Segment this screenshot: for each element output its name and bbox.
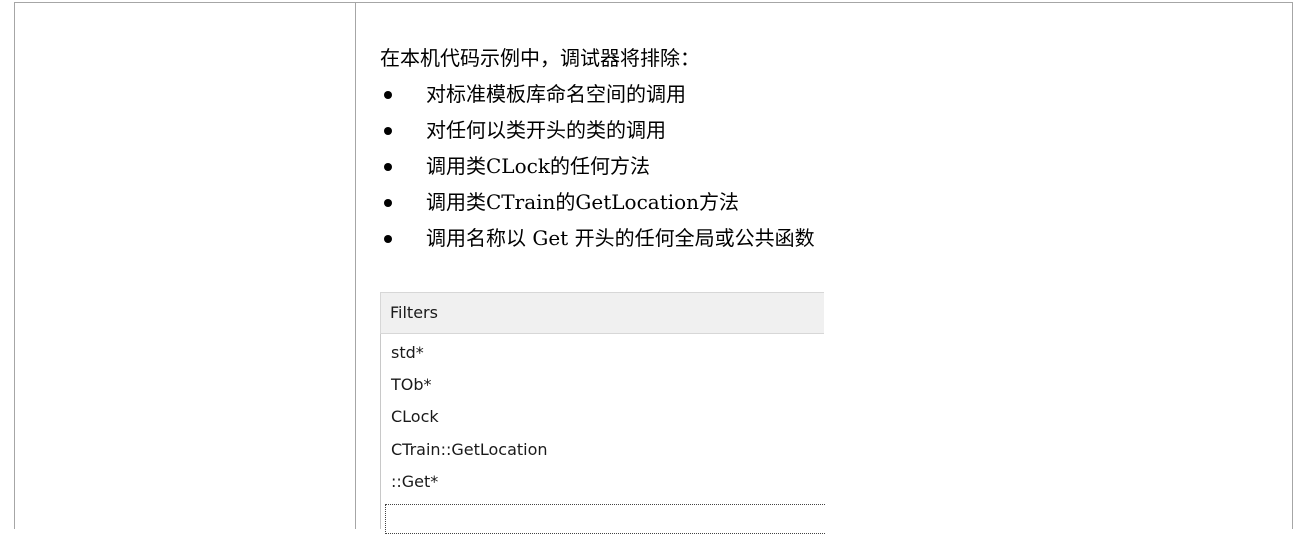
- filter-item[interactable]: CTrain::GetLocation: [391, 440, 548, 460]
- filter-item[interactable]: TOb*: [391, 375, 432, 395]
- list-item: 对任何以类开头的类的调用: [380, 112, 1280, 148]
- list-item-text: 调用名称以 Get 开头的任何全局或公共函数: [426, 226, 815, 250]
- table-left-border: [14, 2, 15, 529]
- list-item: 对标准模板库命名空间的调用: [380, 76, 1280, 112]
- description-cell: 在本机代码示例中，调试器将排除： 对标准模板库命名空间的调用 对任何以类开头的类…: [380, 40, 1280, 256]
- filter-item-selected[interactable]: ::Get*: [391, 472, 438, 492]
- filter-item[interactable]: std*: [391, 343, 424, 363]
- list-item: 调用类CLock的任何方法: [380, 148, 1280, 184]
- filter-item[interactable]: CLock: [391, 407, 439, 427]
- bullet-dot-icon: [384, 199, 392, 207]
- filters-list: std* TOb* CLock CTrain::GetLocation ::Ge…: [380, 334, 825, 534]
- table-right-border: [1292, 2, 1293, 529]
- table-column-divider: [355, 2, 356, 529]
- bullet-dot-icon: [384, 235, 392, 243]
- list-item-text: 调用类CTrain的GetLocation方法: [426, 190, 740, 214]
- filters-column-header[interactable]: Filters: [380, 292, 824, 334]
- bullet-dot-icon: [384, 163, 392, 171]
- table-top-border: [14, 2, 1293, 3]
- document-table: 在本机代码示例中，调试器将排除： 对标准模板库命名空间的调用 对任何以类开头的类…: [0, 0, 1305, 534]
- intro-text: 在本机代码示例中，调试器将排除：: [380, 46, 700, 70]
- list-item-text: 对任何以类开头的类的调用: [426, 118, 666, 142]
- list-item-text: 对标准模板库命名空间的调用: [426, 82, 686, 106]
- list-item-text: 调用类CLock的任何方法: [426, 154, 650, 178]
- bullet-list: 对标准模板库命名空间的调用 对任何以类开头的类的调用 调用类CLock的任何方法…: [380, 76, 1280, 256]
- filters-header-label: Filters: [390, 303, 438, 322]
- list-item: 调用类CTrain的GetLocation方法: [380, 184, 1280, 220]
- bullet-dot-icon: [384, 127, 392, 135]
- filters-panel-screenshot: Filters std* TOb* CLock CTrain::GetLocat…: [380, 292, 825, 534]
- selected-filter-focus-outline: [385, 504, 825, 534]
- bullet-dot-icon: [384, 91, 392, 99]
- list-item: 调用名称以 Get 开头的任何全局或公共函数: [380, 220, 1280, 256]
